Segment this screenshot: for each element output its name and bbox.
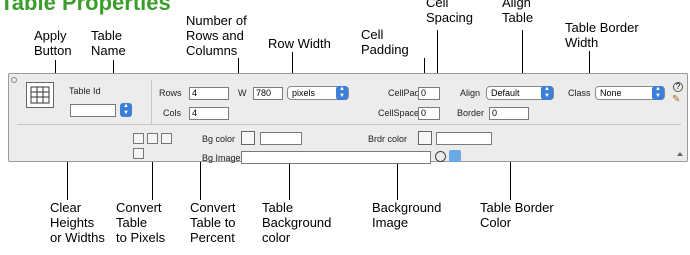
cellpad-label: CellPad: [388, 88, 420, 98]
bg-color-label: Bg color: [202, 134, 236, 144]
width-unit-value: pixels: [292, 88, 316, 98]
width-unit-stepper-icon: ▲ ▼: [336, 86, 348, 100]
brdr-color-input[interactable]: [436, 132, 492, 145]
quick-tag-editor-icon[interactable]: ✎: [672, 94, 684, 106]
callout-convert-pixels: Convert Table to Pixels: [116, 200, 166, 245]
class-stepper-icon: ▲ ▼: [652, 86, 664, 100]
callout-apply-button: Apply Button: [34, 28, 72, 58]
apply-button[interactable]: [26, 82, 54, 108]
cols-input[interactable]: 4: [189, 107, 229, 120]
width-label: W: [238, 88, 247, 98]
class-value: None: [600, 88, 622, 98]
brdr-color-swatch[interactable]: [418, 131, 432, 145]
class-label: Class: [568, 88, 591, 98]
cellspace-input[interactable]: 0: [418, 107, 440, 120]
border-input[interactable]: 0: [489, 107, 529, 120]
bg-image-input[interactable]: [241, 151, 431, 164]
separator: [151, 80, 152, 124]
page-title: Table Properties: [0, 0, 171, 15]
bg-color-input[interactable]: [260, 132, 302, 145]
callout-bg-color: Table Background color: [262, 200, 332, 245]
callout-convert-percent: Convert Table to Percent: [190, 200, 236, 245]
convert-to-pixels-button[interactable]: [147, 133, 158, 144]
table-id-input[interactable]: [70, 104, 116, 117]
row-divider: [17, 124, 681, 125]
point-to-file-icon[interactable]: [435, 151, 446, 162]
table-id-label: Table Id: [69, 86, 101, 96]
callout-cell-padding: Cell Padding: [361, 27, 409, 57]
align-label: Align: [460, 88, 481, 98]
bg-color-swatch[interactable]: [241, 131, 255, 145]
cellpad-input[interactable]: 0: [418, 87, 440, 100]
callout-rows-columns: Number of Rows and Columns: [186, 13, 247, 58]
rows-input[interactable]: 4: [189, 87, 229, 100]
callout-bg-image: Background Image: [372, 200, 442, 230]
callout-clear-heights: Clear Heights or Widths: [50, 200, 105, 245]
width-unit-select[interactable]: pixels ▲ ▼: [287, 86, 349, 100]
brdr-color-label: Brdr color: [368, 134, 408, 144]
callout-border-width: Table Border Width: [565, 20, 639, 50]
callout-row-width: Row Width: [268, 36, 331, 51]
cellspace-label: CellSpace: [378, 108, 420, 118]
bg-image-label: Bg Image: [202, 153, 241, 163]
property-inspector: Table Id ▲ ▼ Rows 4 Cols 4 W 780 pixels ▲…: [8, 73, 688, 164]
expand-arrow-icon[interactable]: [677, 152, 683, 156]
collapse-icon[interactable]: [11, 77, 17, 83]
convert-to-percent-button[interactable]: [161, 133, 172, 144]
align-select[interactable]: Default ▲ ▼: [486, 86, 554, 100]
browse-folder-icon[interactable]: [449, 150, 461, 162]
callout-border-color: Table Border Color: [480, 200, 554, 230]
cols-label: Cols: [163, 108, 182, 118]
table-grid-icon: [30, 86, 50, 104]
align-stepper-icon: ▲ ▼: [541, 86, 553, 100]
align-value: Default: [491, 88, 520, 98]
clear-column-widths-button[interactable]: [133, 133, 144, 144]
class-select[interactable]: None ▲ ▼: [595, 86, 665, 100]
callout-align-table: Align Table: [502, 0, 534, 25]
help-icon[interactable]: ?: [673, 82, 683, 92]
clear-row-heights-button[interactable]: [133, 148, 144, 159]
callout-table-name: Table Name: [91, 28, 126, 58]
width-input[interactable]: 780: [253, 87, 283, 100]
callout-cell-spacing: Cell Spacing: [426, 0, 473, 25]
rows-label: Rows: [159, 88, 182, 98]
table-id-stepper[interactable]: ▲ ▼: [120, 103, 132, 117]
border-label: Border: [457, 108, 485, 118]
